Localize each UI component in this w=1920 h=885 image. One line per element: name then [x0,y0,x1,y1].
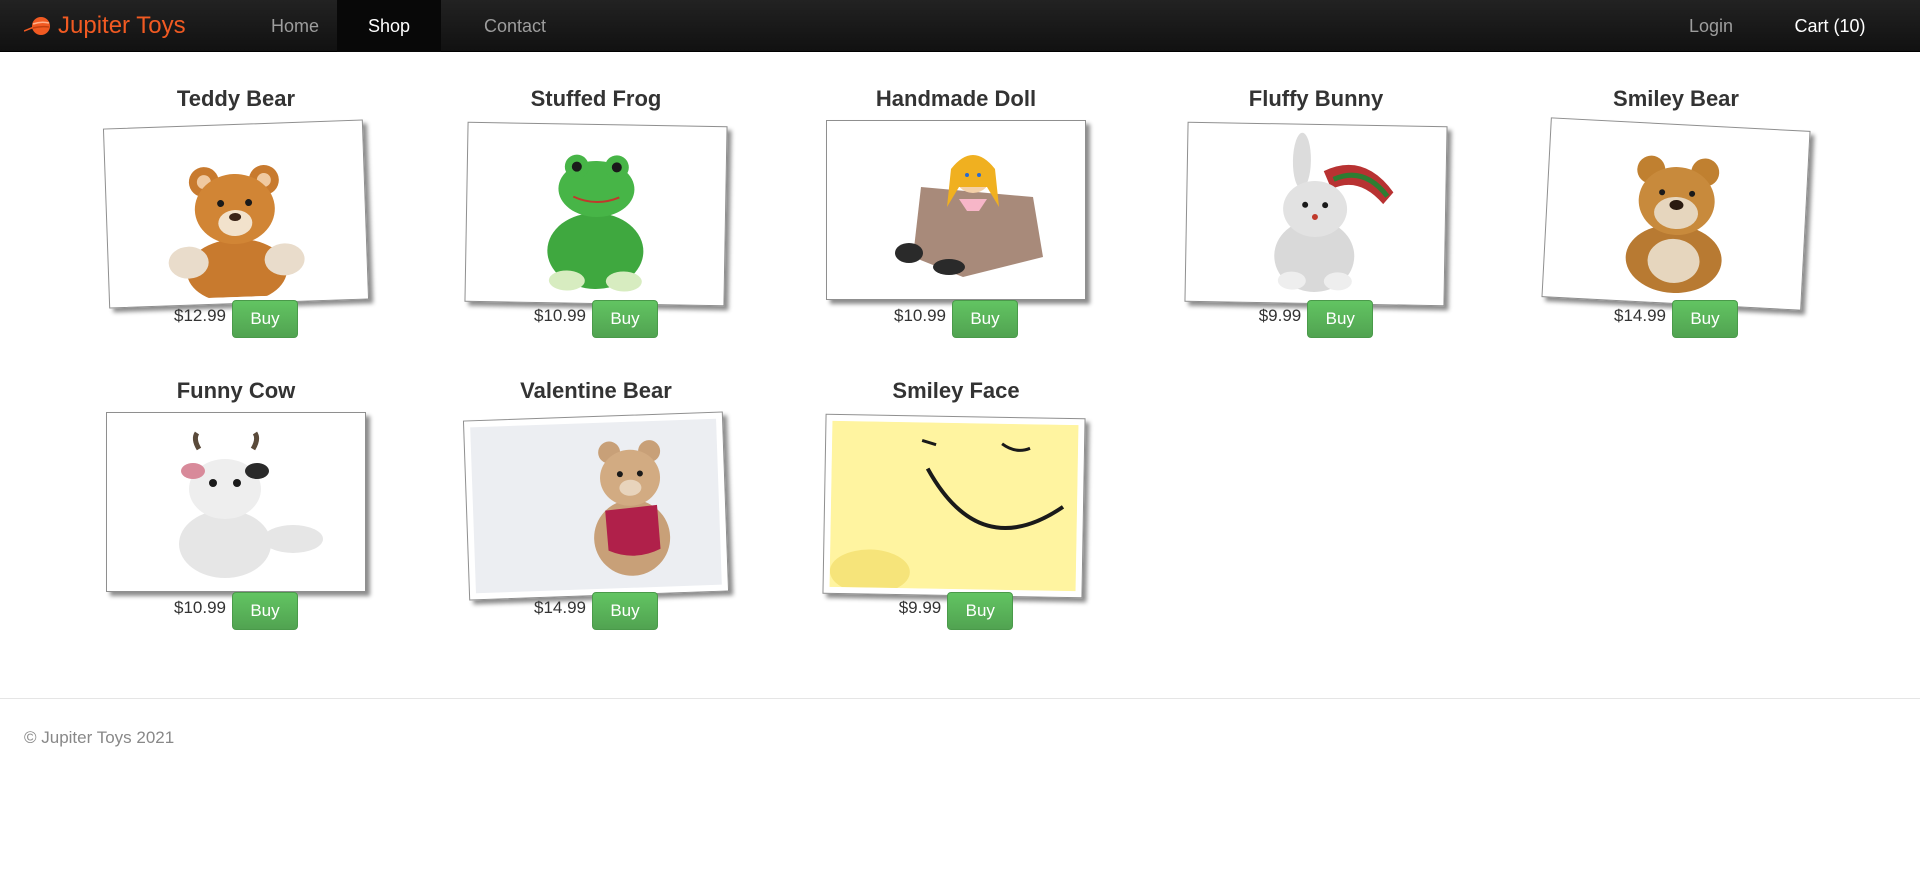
price-row: $12.99 Buy [56,300,416,338]
product-price: $9.99 [898,598,942,617]
funny-cow-image [179,431,323,578]
smiley-bear-image [1625,155,1722,293]
product-image [1541,117,1811,311]
product-price: $14.99 [1614,306,1666,325]
price-row: $14.99 Buy [1496,300,1856,338]
nav-cart[interactable]: Cart (10) [1780,0,1880,52]
footer-copyright: © Jupiter Toys 2021 [24,728,175,747]
product-price: $10.99 [534,306,586,325]
stuffed-frog-image [547,154,644,292]
price-row: $9.99 Buy [776,592,1136,630]
handmade-doll-image [895,155,1043,277]
nav-contact[interactable]: Contact [470,0,560,52]
brand-link[interactable]: Jupiter Toys [24,0,186,52]
product-image [102,119,370,309]
nav-shop[interactable]: Shop [337,0,441,52]
product-price: $10.99 [894,306,946,325]
buy-button-funny-cow[interactable]: Buy [232,592,298,630]
product-title: Smiley Bear [1613,86,1739,111]
product-price: $10.99 [174,598,226,617]
buy-button-stuffed-frog[interactable]: Buy [592,300,658,338]
product-title: Teddy Bear [176,86,296,111]
nav-home[interactable]: Home [250,0,340,52]
product-title: Stuffed Frog [530,86,662,111]
product-card-fluffy-bunny: Fluffy Bunny $9.99 Buy [1136,86,1496,346]
fluffy-bunny-image [1274,132,1394,292]
navbar: Jupiter Toys Home Shop Contact Login Car… [0,0,1920,52]
product-price: $9.99 [1258,306,1302,325]
product-title: Valentine Bear [520,378,672,403]
product-image [106,412,366,592]
product-card-smiley-face: Smiley Face $9.99 Buy [776,378,1136,638]
brand-name: Jupiter Toys [58,12,186,39]
product-title: Smiley Face [892,378,1020,403]
buy-button-smiley-face[interactable]: Buy [947,592,1014,630]
product-image [462,411,730,601]
buy-button-handmade-doll[interactable]: Buy [952,300,1018,338]
product-card-handmade-doll: Handmade Doll $10.99 Buy [776,86,1136,346]
smiley-face-image [829,420,1079,592]
product-card-smiley-bear: Smiley Bear $14.99 Buy [1496,86,1856,346]
product-price: $12.99 [174,306,226,325]
buy-button-valentine-bear[interactable]: Buy [592,592,658,630]
price-row: $10.99 Buy [416,300,776,338]
buy-button-teddy-bear[interactable]: Buy [232,300,298,338]
footer-divider [0,698,1920,699]
product-card-stuffed-frog: Stuffed Frog $10.99 Buy [416,86,776,346]
planet-logo-icon [24,17,50,35]
price-row: $9.99 Buy [1136,300,1496,338]
price-row: $10.99 Buy [56,592,416,630]
product-title: Funny Cow [176,378,296,403]
buy-button-fluffy-bunny[interactable]: Buy [1307,300,1374,338]
product-image [1184,121,1448,307]
product-image [464,121,728,307]
price-row: $14.99 Buy [416,592,776,630]
product-image [822,413,1086,599]
product-card-funny-cow: Funny Cow $10.99 Buy [56,378,416,638]
product-title: Fluffy Bunny [1248,86,1384,111]
teddy-bear-image [168,165,305,302]
price-row: $10.99 Buy [776,300,1136,338]
product-price: $14.99 [534,598,586,617]
nav-login[interactable]: Login [1668,0,1754,52]
product-image [826,120,1086,300]
product-title: Handmade Doll [875,86,1037,111]
buy-button-smiley-bear[interactable]: Buy [1672,300,1738,338]
product-card-teddy-bear: Teddy Bear $12.99 Buy [56,86,416,346]
valentine-bear-image [594,440,671,576]
product-card-valentine-bear: Valentine Bear $14.99 Buy [416,378,776,638]
